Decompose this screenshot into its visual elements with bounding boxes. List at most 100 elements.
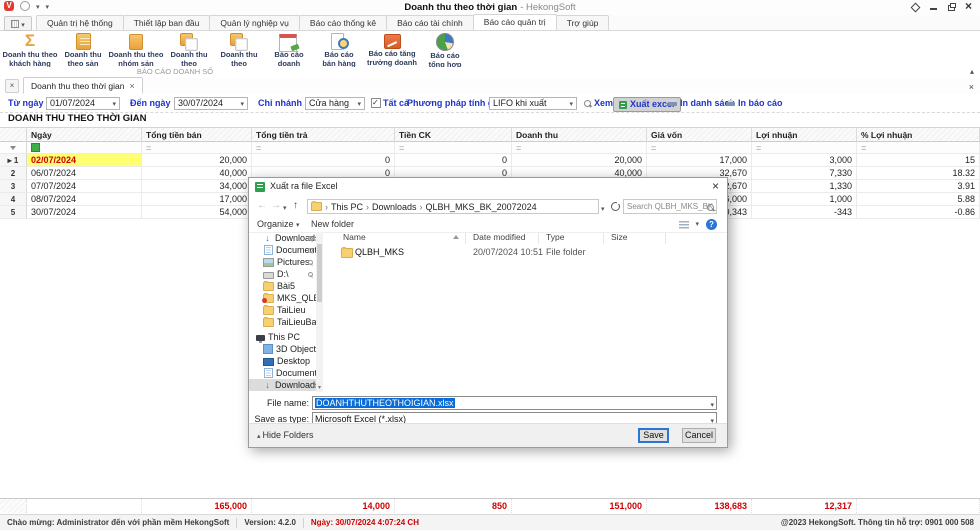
sidebar-item-3d-objects[interactable]: 3D Objects <box>249 343 316 355</box>
view-dropdown-icon[interactable] <box>695 220 699 228</box>
file-name-input[interactable]: DOANHTHUTHEOTHOIGIAN.xlsx <box>312 396 717 410</box>
print-list-button[interactable]: In danh sách <box>668 97 735 110</box>
breadcrumb-downloads[interactable]: Downloads <box>372 202 417 212</box>
tab-bao-cao-quan-tri[interactable]: Báo cáo quản trị <box>473 14 557 30</box>
column-divider[interactable] <box>465 233 466 244</box>
filter-cell[interactable]: = <box>857 142 980 154</box>
back-icon[interactable] <box>257 200 267 211</box>
col-tong-tien-ban[interactable]: Tổng tiền bán <box>142 128 252 142</box>
sidebar-item-bai5[interactable]: Bài5 <box>249 280 316 292</box>
product-table-icon <box>76 33 91 50</box>
filter-cell-date[interactable] <box>27 142 142 154</box>
sidebar-item-desktop[interactable]: Desktop <box>249 355 316 367</box>
address-dropdown-icon[interactable] <box>601 203 605 214</box>
filter-cell[interactable]: = <box>395 142 512 154</box>
col-pct-loi-nhuan[interactable]: % Lợi nhuận <box>857 128 980 142</box>
from-date-input[interactable]: 01/07/2024 <box>46 97 120 110</box>
label-line1: Doanh thu theo <box>170 50 207 68</box>
cancel-button[interactable]: Cancel <box>682 428 716 443</box>
tab-bao-cao-thong-ke[interactable]: Báo cáo thống kê <box>299 15 387 30</box>
column-name[interactable]: Name <box>343 232 366 242</box>
help-icon[interactable] <box>706 219 717 230</box>
print-report-button[interactable]: In báo cáo <box>726 97 783 110</box>
col-tong-tien-tra[interactable]: Tổng tiền trả <box>252 128 395 142</box>
button-bao-cao-ban-hang[interactable]: Báo cáobán hàng <box>314 32 364 68</box>
sidebar-item-tailieubannang[interactable]: TaiLieuBanNangC <box>249 316 316 328</box>
column-divider[interactable] <box>538 233 539 244</box>
search-icon <box>707 204 714 211</box>
column-divider[interactable] <box>603 233 604 244</box>
document-close-icon[interactable] <box>969 82 974 92</box>
col-ngay[interactable]: Ngày <box>27 128 142 142</box>
method-select[interactable]: LIFO khi xuất <box>489 97 577 110</box>
col-loi-nhuan[interactable]: Lợi nhuận <box>752 128 857 142</box>
tab-quan-tri-he-thong[interactable]: Quản trị hệ thống <box>36 15 124 30</box>
breadcrumb[interactable]: This PC Downloads QLBH_MKS_BK_20072024 <box>307 199 599 214</box>
hide-folders-button[interactable]: Hide Folders <box>257 430 314 440</box>
col-tien-ck[interactable]: Tiền CK <box>395 128 512 142</box>
sidebar-scrollbar[interactable] <box>316 232 323 392</box>
ribbon-collapse-icon[interactable] <box>970 67 974 76</box>
download-icon <box>263 234 272 242</box>
doc-tab-close-icon[interactable] <box>129 81 134 91</box>
filter-cell[interactable]: = <box>647 142 752 154</box>
minimize-icon[interactable] <box>929 3 938 12</box>
sidebar-item-documents-pc[interactable]: Documents <box>249 367 316 379</box>
col-gia-von[interactable]: Giá vốn <box>647 128 752 142</box>
cell: 7,330 <box>752 167 857 180</box>
sidebar-item-mks-qlbh-npp[interactable]: MKS_QLBH_NPP <box>249 292 316 304</box>
calendar-icon <box>279 32 299 50</box>
col-doanh-thu[interactable]: Doanh thu <box>512 128 647 142</box>
tab-tro-giup[interactable]: Trợ giúp <box>556 15 610 30</box>
dialog-title-bar[interactable]: Xuất ra file Excel <box>249 178 727 196</box>
to-date-input[interactable]: 30/07/2024 <box>174 97 248 110</box>
table-row[interactable]: 1 02/07/2024 20,000 0 0 20,000 17,000 3,… <box>0 154 980 167</box>
sidebar-item-downloads-quick[interactable]: Downloads <box>249 232 316 244</box>
sidebar-item-tailieu[interactable]: TaiLieu <box>249 304 316 316</box>
column-divider[interactable] <box>665 233 666 244</box>
tab-thiet-lap-ban-dau[interactable]: Thiết lập ban đầu <box>123 15 211 30</box>
refresh-icon[interactable] <box>611 202 620 211</box>
dialog-close-icon[interactable] <box>712 179 719 193</box>
branch-select[interactable]: Cửa hàng <box>305 97 365 110</box>
column-type[interactable]: Type <box>546 232 564 242</box>
restore-icon[interactable] <box>947 3 956 12</box>
sidebar-item-documents-quick[interactable]: Documents <box>249 244 316 256</box>
save-button[interactable]: Save <box>638 428 669 443</box>
view-button[interactable]: Xem <box>584 97 613 110</box>
filter-cell[interactable]: = <box>512 142 647 154</box>
cell: 0 <box>395 154 512 167</box>
all-checkbox[interactable] <box>371 97 381 110</box>
ribbon-app-button[interactable] <box>4 16 32 31</box>
scrollbar-thumb[interactable] <box>317 244 322 302</box>
fullscreen-icon[interactable] <box>911 3 920 12</box>
up-icon[interactable] <box>293 200 298 211</box>
view-list-icon[interactable] <box>679 221 689 229</box>
file-row-qlbh-mks[interactable]: QLBH_MKS 20/07/2024 10:51 File folder <box>325 246 725 259</box>
doc-tab-doanh-thu-thoi-gian[interactable]: Doanh thu theo thời gian <box>23 77 143 94</box>
button-bao-cao-tong-hop[interactable]: Báo cáotổng hợp <box>420 32 470 69</box>
tab-quan-ly-nghiep-vu[interactable]: Quản lý nghiệp vụ <box>209 15 300 30</box>
button-doanh-thu-khach-hang[interactable]: Doanh thu theokhách hàng <box>2 32 58 68</box>
filter-cell[interactable]: = <box>752 142 857 154</box>
sidebar-item-downloads-pc[interactable]: Downloads <box>249 379 316 391</box>
sidebar-item-pictures[interactable]: Pictures <box>249 256 316 268</box>
filter-cell[interactable]: = <box>142 142 252 154</box>
column-date-modified[interactable]: Date modified <box>473 232 525 242</box>
breadcrumb-folder[interactable]: QLBH_MKS_BK_20072024 <box>426 202 537 212</box>
search-input[interactable]: Search QLBH_MKS_BK_200720... <box>623 199 717 214</box>
close-tab-icon[interactable] <box>5 79 19 93</box>
tab-bao-cao-tai-chinh[interactable]: Báo cáo tài chính <box>386 15 474 30</box>
sidebar-item-this-pc[interactable]: This PC <box>249 331 316 343</box>
close-icon[interactable] <box>965 3 974 12</box>
sidebar-item-d-drive[interactable]: D:\ <box>249 268 316 280</box>
breadcrumb-this-pc[interactable]: This PC <box>331 202 363 212</box>
column-size[interactable]: Size <box>611 232 628 242</box>
drive-icon <box>263 272 274 279</box>
filter-cell[interactable]: = <box>252 142 395 154</box>
forward-icon[interactable] <box>271 200 281 211</box>
new-folder-button[interactable]: New folder <box>311 219 354 229</box>
history-dropdown-icon[interactable] <box>283 202 287 213</box>
scroll-down-icon[interactable] <box>316 384 323 391</box>
organize-button[interactable]: Organize <box>257 219 300 229</box>
